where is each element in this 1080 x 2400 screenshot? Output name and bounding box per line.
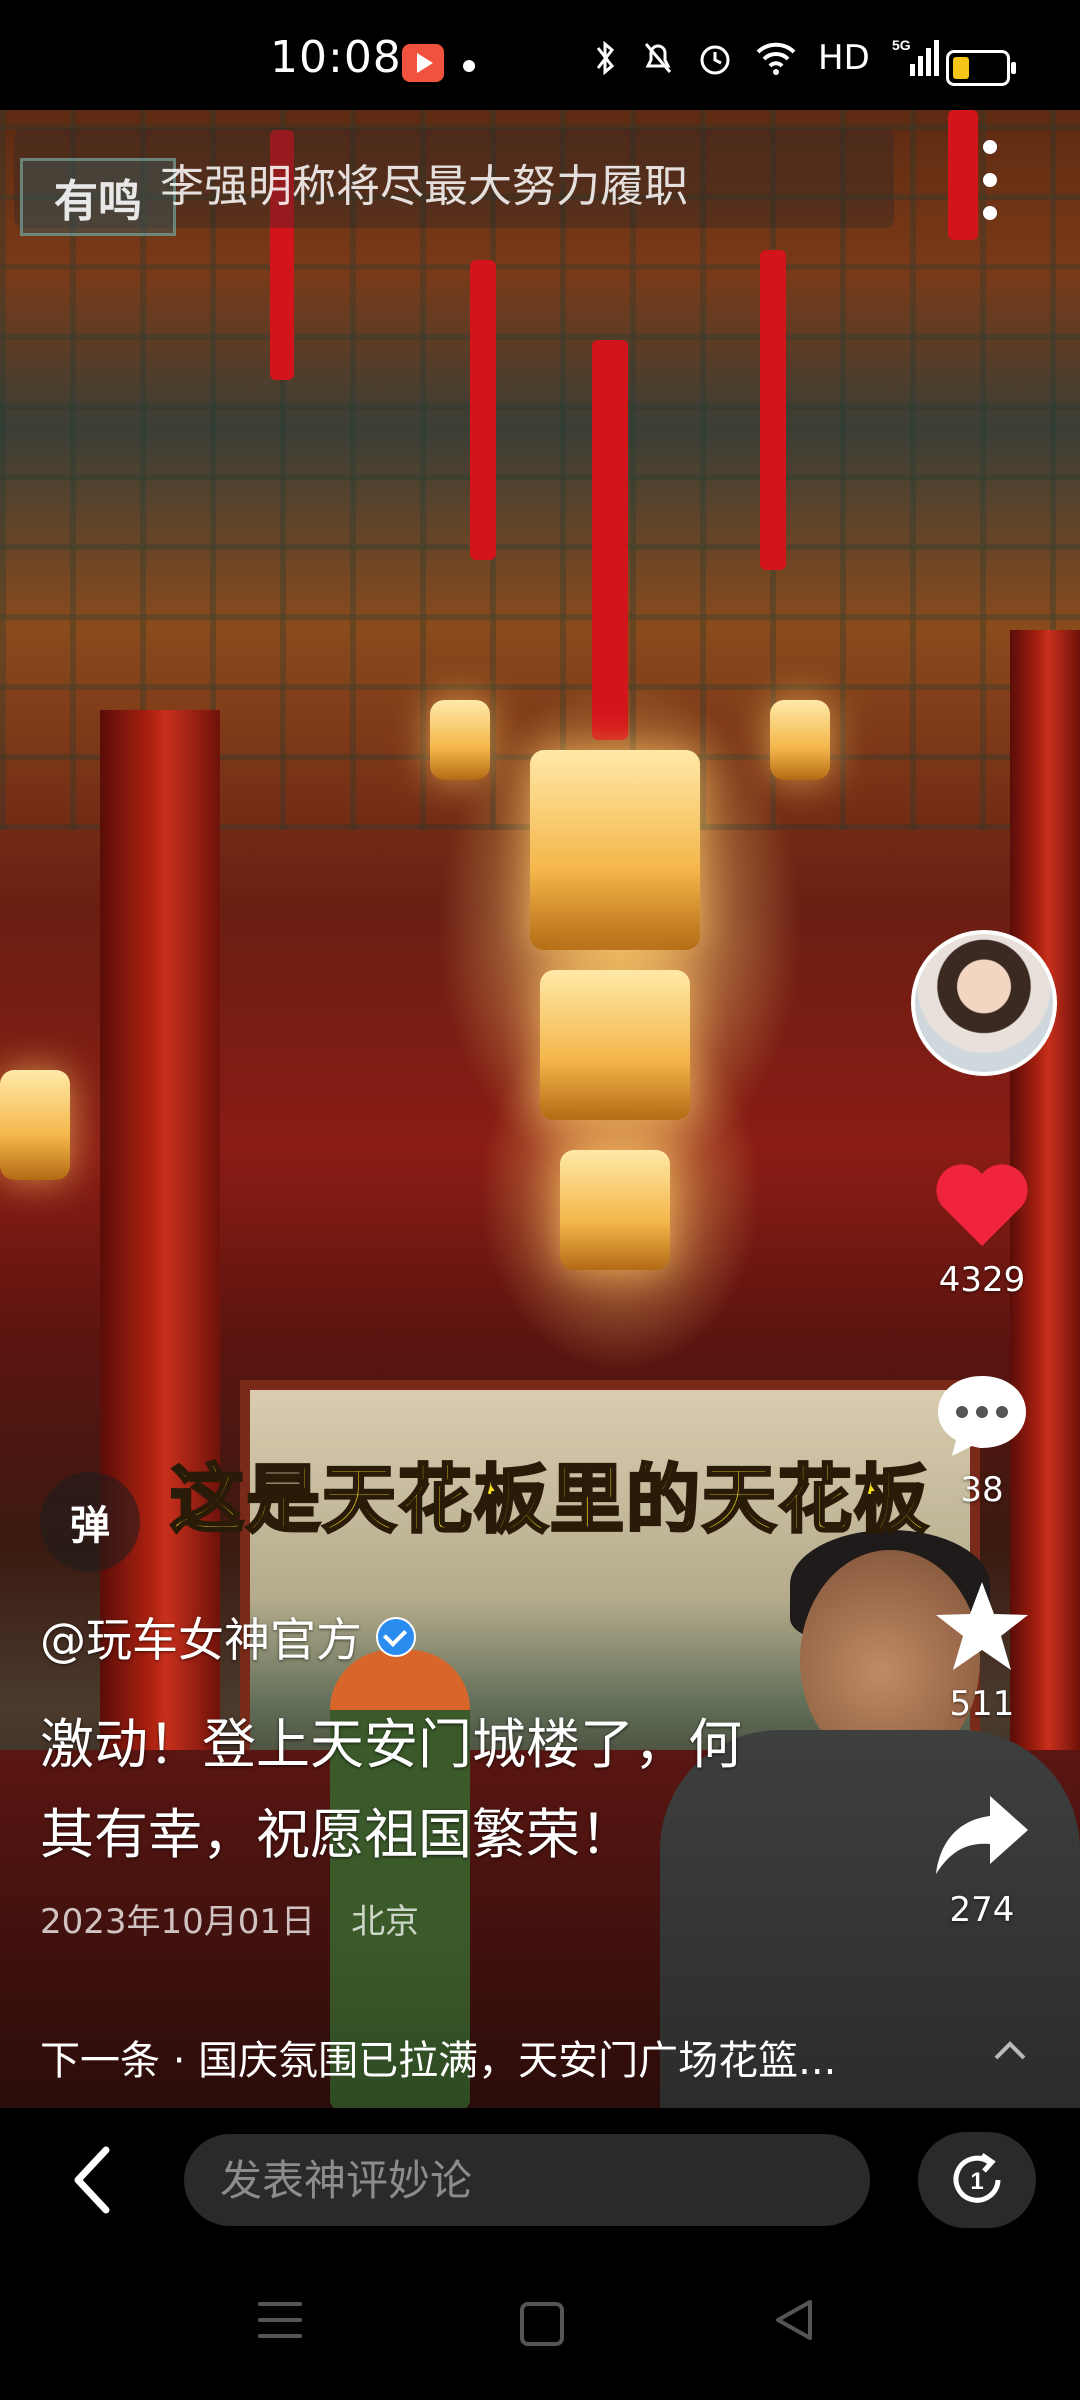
mute-icon — [644, 43, 672, 73]
author-name[interactable]: @玩车女神官方 — [40, 1604, 416, 1670]
post-location: 北京 — [351, 1902, 420, 1942]
more-options-icon[interactable] — [960, 140, 1020, 220]
lantern-tassel — [592, 340, 628, 740]
top-headline[interactable]: 李强明称将尽最大努力履职 — [160, 150, 688, 214]
battery-icon — [946, 50, 1016, 86]
danmaku-toggle-button[interactable]: 弹 — [40, 1472, 140, 1572]
alarm-icon — [700, 45, 730, 75]
back-arrow-icon[interactable] — [60, 2140, 130, 2220]
post-meta: 2023年10月01日 北京 — [40, 1894, 419, 1943]
author-avatar[interactable] — [911, 930, 1057, 1076]
lantern-tassel — [760, 250, 786, 570]
app-notification-icon — [402, 44, 444, 82]
palace-lantern — [530, 750, 700, 950]
replay-button[interactable]: 1 — [918, 2132, 1036, 2228]
palace-lantern — [0, 1070, 70, 1180]
wifi-icon — [756, 42, 796, 75]
chevron-up-icon[interactable] — [990, 2030, 1030, 2070]
palace-lantern — [560, 1150, 670, 1270]
danmaku-label: 弹 — [70, 1503, 110, 1549]
status-bar: 10:08 HD 5G — [0, 0, 1080, 110]
app-logo: 有鸣 — [20, 158, 176, 236]
video-caption: 这是天花板里的天花板 — [169, 1456, 930, 1545]
share-button[interactable]: 274 — [910, 1790, 1054, 1930]
recent-apps-icon[interactable] — [258, 2302, 302, 2338]
comment-count: 38 — [960, 1470, 1004, 1510]
svg-text:5G: 5G — [892, 37, 911, 53]
palace-lantern — [770, 700, 830, 780]
status-icons: HD 5G — [590, 36, 942, 80]
signal-icon: 5G — [892, 37, 939, 76]
star-icon — [936, 1582, 1028, 1670]
system-back-icon[interactable] — [770, 2296, 818, 2344]
post-description: 激动！登上天安门城楼了，何 其有幸，祝愿祖国繁荣！ — [40, 1700, 840, 1880]
share-count: 274 — [949, 1890, 1015, 1930]
comment-button[interactable]: 38 — [910, 1370, 1054, 1510]
palace-lantern — [540, 970, 690, 1120]
svg-text:1: 1 — [970, 2168, 983, 2195]
next-video-link[interactable]: 下一条 · 国庆氛围已拉满，天安门广场花篮... — [40, 2028, 836, 2086]
status-time: 10:08 — [270, 32, 402, 83]
description-line: 激动！登上天安门城楼了，何 — [40, 1713, 742, 1776]
heart-icon — [936, 1164, 1028, 1246]
replay-once-icon: 1 — [953, 2152, 1001, 2203]
like-button[interactable]: 4329 — [910, 1160, 1054, 1300]
description-line: 其有幸，祝愿祖国繁荣！ — [40, 1803, 634, 1866]
like-count: 4329 — [938, 1260, 1026, 1300]
palace-lantern — [430, 700, 490, 780]
bluetooth-icon — [596, 40, 615, 76]
post-date: 2023年10月01日 — [40, 1902, 316, 1942]
lantern-tassel — [470, 260, 496, 560]
home-icon[interactable] — [520, 2302, 564, 2346]
verified-badge-icon — [376, 1617, 416, 1657]
notification-dot-icon — [463, 60, 475, 72]
share-icon — [936, 1796, 1028, 1874]
comment-icon — [938, 1376, 1026, 1456]
favorite-count: 511 — [949, 1684, 1015, 1724]
favorite-button[interactable]: 511 — [910, 1578, 1054, 1724]
hd-label: HD — [818, 38, 870, 78]
comment-input[interactable] — [184, 2134, 870, 2226]
author-handle: @玩车女神官方 — [40, 1613, 362, 1667]
